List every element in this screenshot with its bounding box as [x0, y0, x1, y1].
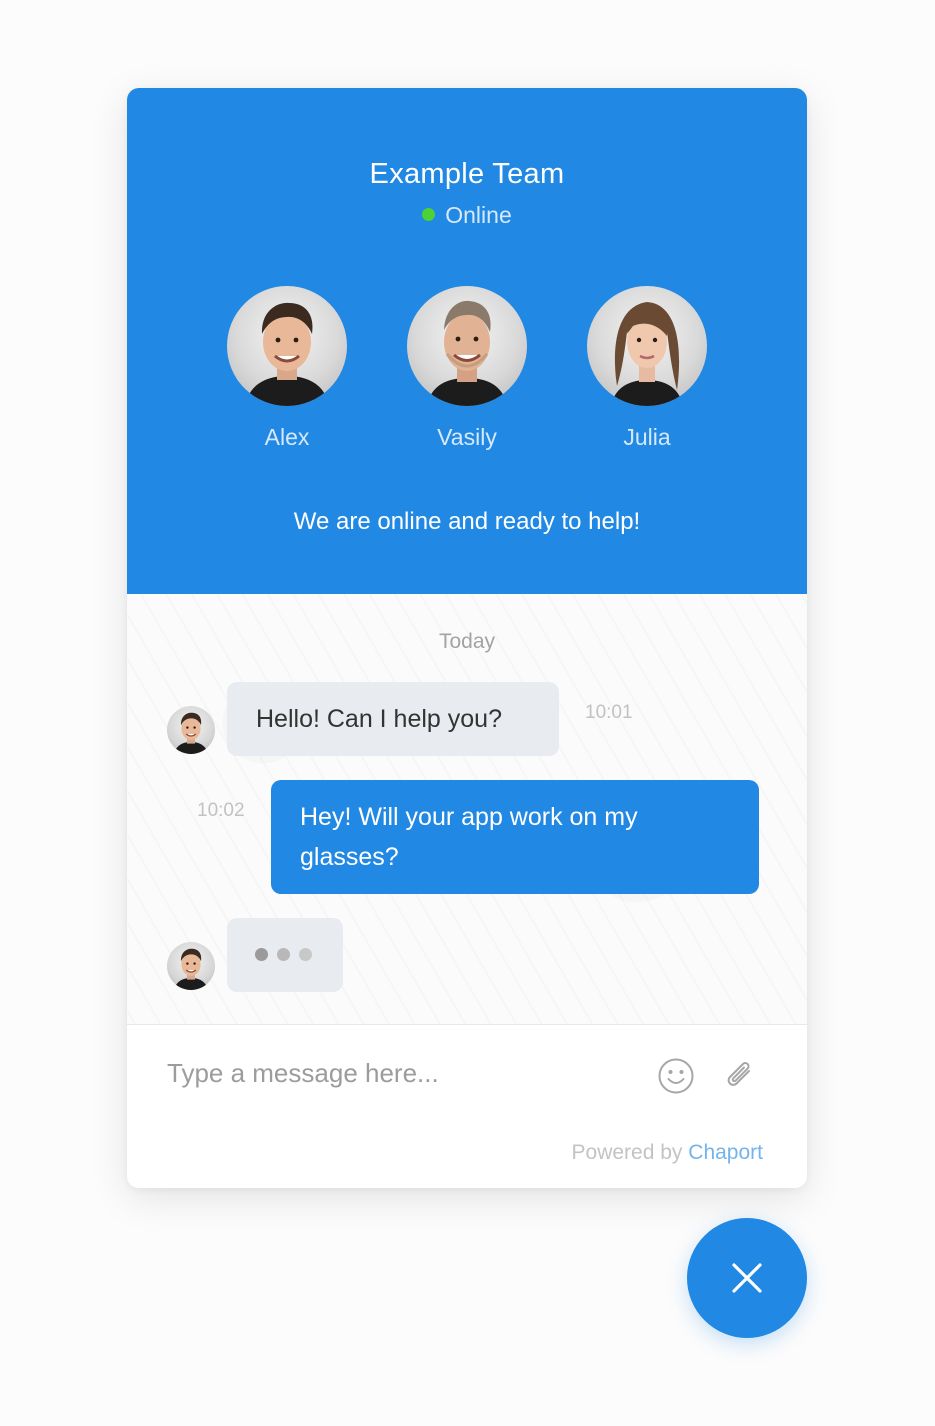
paperclip-icon[interactable]	[721, 1057, 759, 1095]
close-chat-button[interactable]	[687, 1218, 807, 1338]
message-input[interactable]	[167, 1053, 637, 1093]
agent-name: Vasily	[437, 424, 497, 450]
message-bubble-incoming: Hello! Can I help you?	[227, 682, 559, 756]
avatar	[227, 286, 347, 406]
smiley-icon[interactable]	[657, 1057, 695, 1095]
typing-dot-icon	[299, 948, 312, 961]
message-time: 10:01	[585, 702, 633, 723]
typing-dot-icon	[255, 948, 268, 961]
powered-prefix: Powered by	[571, 1141, 683, 1164]
avatar	[407, 286, 527, 406]
chat-messages-area[interactable]: Today Hello! Can I help you? 10:01 10:02…	[127, 594, 807, 1025]
status-indicator: Online	[127, 202, 807, 229]
message-composer: Powered by Chaport	[127, 1025, 807, 1188]
agent-vasily: Vasily	[387, 286, 547, 451]
online-dot-icon	[422, 208, 436, 221]
day-divider: Today	[438, 630, 496, 653]
avatar	[587, 286, 707, 406]
avatar	[167, 706, 215, 754]
agent-alex: Alex	[207, 286, 367, 451]
header-tagline: We are online and ready to help!	[293, 508, 641, 535]
status-label: Online	[445, 202, 512, 228]
agent-name: Julia	[623, 424, 671, 450]
message-text: Hello! Can I help you?	[256, 705, 502, 733]
message-bubble-outgoing: Hey! Will your app work on my glasses?	[271, 780, 759, 894]
agent-name: Alex	[264, 424, 310, 450]
close-icon	[732, 1263, 762, 1293]
team-name: Example Team	[369, 158, 565, 190]
typing-dot-icon	[277, 948, 290, 961]
avatar	[167, 942, 215, 990]
message-text: Hey! Will your app work on my glasses?	[300, 803, 638, 871]
chat-widget: Example Team Online Alex Vasily Julia We…	[127, 88, 807, 1188]
agent-list: Alex Vasily Julia	[127, 286, 807, 456]
brand-link[interactable]: Chaport	[688, 1141, 763, 1164]
typing-indicator	[227, 918, 343, 992]
message-time: 10:02	[197, 800, 245, 821]
powered-by: Powered by Chaport	[572, 1141, 763, 1165]
chat-header: Example Team Online Alex Vasily Julia We…	[127, 88, 807, 594]
agent-julia: Julia	[567, 286, 727, 451]
